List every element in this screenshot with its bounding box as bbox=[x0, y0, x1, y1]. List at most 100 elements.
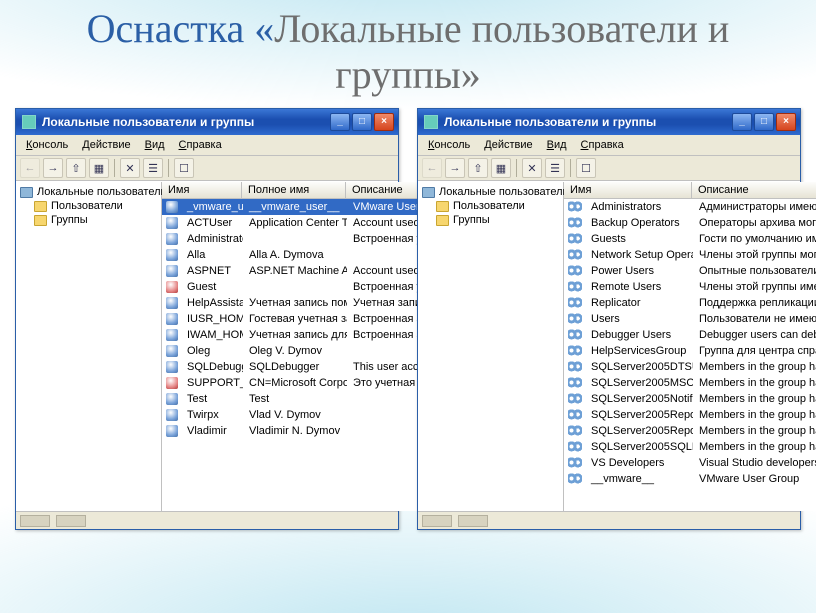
cell-desc: Опытные пользователи обладаю… bbox=[693, 265, 816, 277]
tree-groups[interactable]: Группы bbox=[18, 213, 159, 227]
user-icon bbox=[166, 377, 178, 389]
delete-button[interactable]: ✕ bbox=[522, 158, 542, 178]
group-icon bbox=[568, 345, 582, 357]
group-row[interactable]: SQLServer2005ReportServerUse…Members in … bbox=[564, 423, 816, 439]
cell-name: HelpAssistant bbox=[181, 297, 243, 309]
menu-action[interactable]: Действие bbox=[76, 137, 136, 153]
group-icon bbox=[568, 473, 582, 485]
cell-fullname: SQLDebugger bbox=[243, 361, 347, 373]
cell-name: Network Setup Operators bbox=[585, 249, 693, 261]
cell-desc: Visual Studio developers can author … bbox=[693, 457, 816, 469]
menu-console[interactable]: Консоль bbox=[422, 137, 476, 153]
maximize-button[interactable]: □ bbox=[352, 113, 372, 131]
cell-name: Oleg bbox=[181, 345, 243, 357]
cell-desc: Members in the group have the requ… bbox=[693, 425, 816, 437]
group-row[interactable]: VS DevelopersVisual Studio developers ca… bbox=[564, 455, 816, 471]
group-icon bbox=[568, 281, 582, 293]
col-name[interactable]: Имя bbox=[564, 182, 692, 198]
toolbar: ← → ⇧ ▦ ✕ ☰ ☐ bbox=[418, 156, 800, 181]
cell-name: Twirpx bbox=[181, 409, 243, 421]
cell-desc: Гости по умолчанию имеют те же … bbox=[693, 233, 816, 245]
cell-name: Administrator bbox=[181, 233, 243, 245]
up-button[interactable]: ⇧ bbox=[66, 158, 86, 178]
cell-desc: Операторы архива могут перекры… bbox=[693, 217, 816, 229]
menu-action[interactable]: Действие bbox=[478, 137, 538, 153]
user-icon bbox=[166, 425, 178, 437]
cell-fullname: __vmware_user__ bbox=[243, 201, 347, 213]
cell-name: _vmware_u… bbox=[181, 201, 243, 213]
props-button[interactable]: ▦ bbox=[491, 158, 511, 178]
cell-desc: Members in the group have the requ… bbox=[693, 409, 816, 421]
folder-icon bbox=[436, 201, 449, 212]
forward-button[interactable]: → bbox=[445, 158, 465, 178]
group-row[interactable]: AdministratorsАдминистраторы имеют полны… bbox=[564, 199, 816, 215]
back-button[interactable]: ← bbox=[20, 158, 40, 178]
group-icon bbox=[568, 201, 582, 213]
folder-icon bbox=[34, 201, 47, 212]
cell-name: Backup Operators bbox=[585, 217, 693, 229]
up-button[interactable]: ⇧ bbox=[468, 158, 488, 178]
tree-root[interactable]: Локальные пользователи и группы (лок bbox=[18, 185, 159, 199]
menu-help[interactable]: Справка bbox=[173, 137, 228, 153]
user-icon bbox=[166, 393, 178, 405]
delete-button[interactable]: ✕ bbox=[120, 158, 140, 178]
cell-name: IUSR_HOME bbox=[181, 313, 243, 325]
cell-name: Guest bbox=[181, 281, 243, 293]
props-button[interactable]: ▦ bbox=[89, 158, 109, 178]
menu-view[interactable]: Вид bbox=[139, 137, 171, 153]
app-icon bbox=[22, 115, 36, 129]
minimize-button[interactable]: _ bbox=[732, 113, 752, 131]
menu-help[interactable]: Справка bbox=[575, 137, 630, 153]
menu-console[interactable]: Консоль bbox=[20, 137, 74, 153]
slide-title-rest: Локальные пользователи и группы» bbox=[274, 6, 729, 97]
group-icon bbox=[568, 233, 582, 245]
group-row[interactable]: SQLServer2005NotificationServic…Members … bbox=[564, 391, 816, 407]
cell-fullname: Application Center Test A… bbox=[243, 217, 347, 229]
group-row[interactable]: Debugger UsersDebugger users can debug p… bbox=[564, 327, 816, 343]
group-row[interactable]: ReplicatorПоддержка репликации файлов в … bbox=[564, 295, 816, 311]
group-row[interactable]: Remote UsersЧлены этой группы имеют прав… bbox=[564, 279, 816, 295]
menu-view[interactable]: Вид bbox=[541, 137, 573, 153]
cell-desc: Группа для центра справки и под… bbox=[693, 345, 816, 357]
group-row[interactable]: SQLServer2005MSOLAPUser$VL…Members in th… bbox=[564, 375, 816, 391]
titlebar[interactable]: Локальные пользователи и группы _ □ × bbox=[418, 109, 800, 135]
app-icon bbox=[424, 115, 438, 129]
tree-users[interactable]: Пользователи bbox=[18, 199, 159, 213]
properties-button[interactable]: ☰ bbox=[545, 158, 565, 178]
col-fullname[interactable]: Полное имя bbox=[242, 182, 346, 198]
cell-name: SQLServer2005NotificationServic… bbox=[585, 393, 693, 405]
cell-desc: Members in the group have the requ… bbox=[693, 361, 816, 373]
group-row[interactable]: SQLServer2005SQLBrowserUser…Members in t… bbox=[564, 439, 816, 455]
col-desc[interactable]: Описание bbox=[692, 182, 816, 198]
group-row[interactable]: Power UsersОпытные пользователи обладаю… bbox=[564, 263, 816, 279]
group-row[interactable]: SQLServer2005ReportingService…Members in… bbox=[564, 407, 816, 423]
group-row[interactable]: UsersПользователи не имеют прав на и… bbox=[564, 311, 816, 327]
properties-button[interactable]: ☰ bbox=[143, 158, 163, 178]
forward-button[interactable]: → bbox=[43, 158, 63, 178]
close-button[interactable]: × bbox=[776, 113, 796, 131]
cell-desc: Члены этой группы могут иметь н… bbox=[693, 249, 816, 261]
menu-bar: Консоль Действие Вид Справка bbox=[418, 135, 800, 156]
group-row[interactable]: GuestsГости по умолчанию имеют те же … bbox=[564, 231, 816, 247]
maximize-button[interactable]: □ bbox=[754, 113, 774, 131]
cell-name: Test bbox=[181, 393, 243, 405]
col-name[interactable]: Имя bbox=[162, 182, 242, 198]
tree-users[interactable]: Пользователи bbox=[420, 199, 561, 213]
group-row[interactable]: Network Setup OperatorsЧлены этой группы… bbox=[564, 247, 816, 263]
group-icon bbox=[568, 409, 582, 421]
minimize-button[interactable]: _ bbox=[330, 113, 350, 131]
group-row[interactable]: Backup OperatorsОператоры архива могут п… bbox=[564, 215, 816, 231]
cell-name: SQLDebugger bbox=[181, 361, 243, 373]
close-button[interactable]: × bbox=[374, 113, 394, 131]
titlebar[interactable]: Локальные пользователи и группы _ □ × bbox=[16, 109, 398, 135]
tree-root[interactable]: Локальные пользователи и группы (лок bbox=[420, 185, 561, 199]
group-icon bbox=[568, 265, 582, 277]
group-row[interactable]: __vmware__VMware User Group bbox=[564, 471, 816, 487]
cell-name: SQLServer2005ReportServerUse… bbox=[585, 425, 693, 437]
refresh-button[interactable]: ☐ bbox=[174, 158, 194, 178]
tree-groups[interactable]: Группы bbox=[420, 213, 561, 227]
group-row[interactable]: HelpServicesGroupГруппа для центра справ… bbox=[564, 343, 816, 359]
back-button[interactable]: ← bbox=[422, 158, 442, 178]
refresh-button[interactable]: ☐ bbox=[576, 158, 596, 178]
group-row[interactable]: SQLServer2005DTSUser$VLAD_PCMembers in t… bbox=[564, 359, 816, 375]
